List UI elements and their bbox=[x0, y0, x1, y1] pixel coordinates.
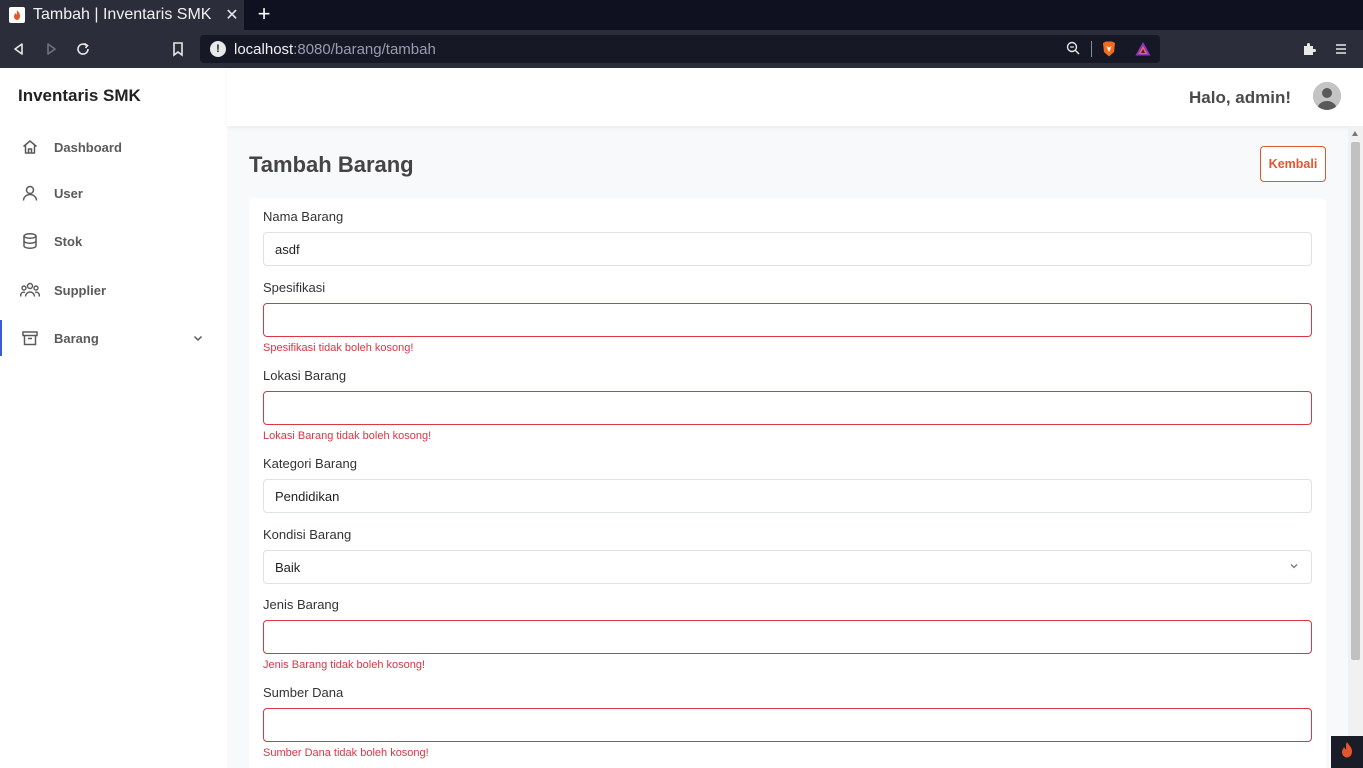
zoom-icon[interactable] bbox=[1065, 40, 1083, 58]
field-kategori-barang: Kategori Barang Pendidikan bbox=[263, 456, 1312, 513]
sidebar-item-label: User bbox=[54, 185, 83, 201]
bookmark-icon[interactable] bbox=[167, 38, 189, 60]
sumber-dana-input[interactable] bbox=[263, 708, 1312, 742]
sidebar-item-label: Barang bbox=[54, 330, 99, 346]
flame-icon bbox=[1339, 741, 1355, 764]
extensions-icon[interactable] bbox=[1298, 38, 1320, 60]
field-spesifikasi: Spesifikasi Spesifikasi tidak boleh koso… bbox=[263, 280, 1312, 354]
spesifikasi-input[interactable] bbox=[263, 303, 1312, 337]
browser-toolbar: ! localhost:8080/barang/tambah bbox=[0, 30, 1363, 68]
browser-tab[interactable]: Tambah | Inventaris SMK ✕ bbox=[0, 0, 244, 30]
error-message: Sumber Dana tidak boleh kosong! bbox=[263, 747, 429, 759]
scroll-up-arrow-icon[interactable] bbox=[1352, 131, 1358, 136]
main-content: Tambah Barang Kembali Nama Barang asdf S… bbox=[227, 126, 1348, 768]
browser-tab-title: Tambah | Inventaris SMK bbox=[33, 6, 212, 23]
greeting-text: Halo, admin! bbox=[1188, 88, 1291, 107]
sidebar-item-label: Stok bbox=[54, 233, 83, 249]
field-label: Spesifikasi bbox=[263, 280, 326, 295]
page-title: Tambah Barang bbox=[249, 152, 414, 177]
scrollbar-thumb[interactable] bbox=[1351, 142, 1360, 660]
field-label: Sumber Dana bbox=[263, 685, 344, 700]
reload-icon[interactable] bbox=[72, 38, 94, 60]
error-message: Spesifikasi tidak boleh kosong! bbox=[263, 342, 414, 354]
select-value: Baik bbox=[275, 559, 301, 575]
menu-icon[interactable] bbox=[1330, 38, 1352, 60]
page-scrollbar[interactable] bbox=[1348, 126, 1363, 768]
sidebar: Inventaris SMK Dashboard User Stok Suppl… bbox=[0, 68, 227, 768]
kondisi-barang-select[interactable]: Baik bbox=[263, 550, 1312, 584]
sidebar-item-label: Dashboard bbox=[54, 139, 122, 155]
nama-barang-input[interactable]: asdf bbox=[263, 232, 1312, 266]
sidebar-item-supplier[interactable]: Supplier bbox=[0, 272, 227, 308]
lokasi-barang-input[interactable] bbox=[263, 391, 1312, 425]
field-label: Jenis Barang bbox=[263, 597, 339, 612]
browser-tab-bar: Tambah | Inventaris SMK ✕ + bbox=[0, 0, 1363, 30]
rewards-icon[interactable] bbox=[1134, 40, 1152, 58]
field-jenis-barang: Jenis Barang Jenis Barang tidak boleh ko… bbox=[263, 597, 1312, 671]
flame-icon bbox=[9, 7, 25, 23]
chevron-down-icon[interactable] bbox=[191, 331, 205, 345]
brand-title: Inventaris SMK bbox=[18, 86, 141, 105]
avatar[interactable] bbox=[1313, 82, 1341, 110]
back-arrow-icon[interactable] bbox=[8, 38, 30, 60]
sidebar-item-user[interactable]: User bbox=[0, 175, 227, 211]
url-separator bbox=[1091, 41, 1092, 57]
debug-toolbar-button[interactable] bbox=[1331, 736, 1363, 768]
back-button[interactable]: Kembali bbox=[1260, 146, 1326, 182]
info-icon[interactable]: ! bbox=[210, 41, 226, 57]
database-icon bbox=[20, 231, 40, 251]
field-label: Kategori Barang bbox=[263, 456, 357, 471]
new-tab-button[interactable]: + bbox=[252, 3, 276, 27]
brave-shield-icon[interactable] bbox=[1100, 40, 1118, 58]
user-icon bbox=[20, 183, 40, 203]
chevron-down-icon bbox=[1288, 560, 1300, 575]
archive-icon bbox=[20, 328, 40, 348]
top-header: Halo, admin! bbox=[227, 68, 1363, 126]
url-text: localhost:8080/barang/tambah bbox=[234, 40, 436, 58]
forward-arrow-icon[interactable] bbox=[40, 38, 62, 60]
users-icon bbox=[20, 280, 40, 300]
field-sumber-dana: Sumber Dana Sumber Dana tidak boleh koso… bbox=[263, 685, 1312, 759]
field-nama-barang: Nama Barang asdf bbox=[263, 209, 1312, 266]
field-kondisi-barang: Kondisi Barang Baik bbox=[263, 527, 1312, 584]
sidebar-item-stok[interactable]: Stok bbox=[0, 223, 227, 259]
address-bar[interactable]: ! localhost:8080/barang/tambah bbox=[200, 35, 1160, 63]
field-label: Kondisi Barang bbox=[263, 527, 352, 542]
field-label: Nama Barang bbox=[263, 209, 344, 224]
sidebar-item-barang[interactable]: Barang bbox=[0, 320, 227, 356]
field-lokasi-barang: Lokasi Barang Lokasi Barang tidak boleh … bbox=[263, 368, 1312, 442]
sidebar-item-label: Supplier bbox=[54, 282, 107, 298]
sidebar-item-dashboard[interactable]: Dashboard bbox=[0, 129, 227, 165]
jenis-barang-input[interactable] bbox=[263, 620, 1312, 654]
kategori-barang-input[interactable]: Pendidikan bbox=[263, 479, 1312, 513]
error-message: Jenis Barang tidak boleh kosong! bbox=[263, 659, 426, 671]
error-message: Lokasi Barang tidak boleh kosong! bbox=[263, 430, 432, 442]
home-icon bbox=[20, 137, 40, 157]
close-icon[interactable]: ✕ bbox=[220, 5, 244, 25]
form-card: Nama Barang asdf Spesifikasi Spesifikasi… bbox=[249, 198, 1326, 768]
field-label: Lokasi Barang bbox=[263, 368, 347, 383]
